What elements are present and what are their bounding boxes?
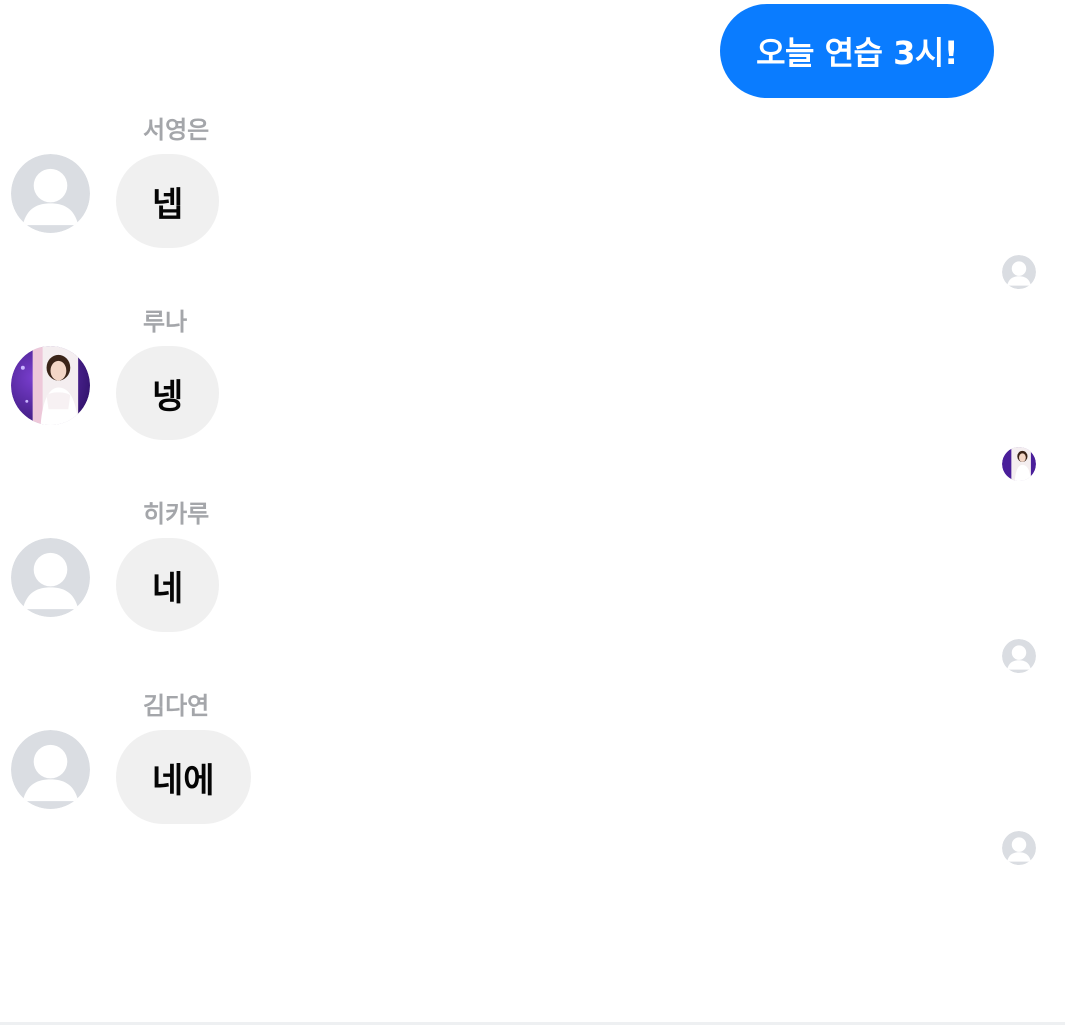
read-receipt-avatar-icon (1002, 255, 1036, 289)
default-avatar-icon[interactable] (11, 730, 90, 809)
outgoing-message-text: 오늘 연습 3시! (756, 34, 958, 72)
read-receipt-avatar-photo (1002, 447, 1036, 481)
message-group: 김다연 네에 (0, 692, 1065, 884)
sender-name: 루나 (143, 308, 188, 336)
message-group: 루나 넹 (0, 308, 1065, 500)
sender-name: 김다연 (143, 692, 210, 720)
message-group: 히카루 네 (0, 500, 1065, 692)
message-group: 서영은 넵 (0, 116, 1065, 308)
incoming-message-bubble[interactable]: 넵 (116, 154, 220, 248)
incoming-message-text: 넵 (152, 184, 184, 225)
incoming-message-bubble[interactable]: 넹 (116, 346, 220, 440)
incoming-message-text: 네에 (152, 760, 215, 801)
composer-divider (0, 1022, 1065, 1025)
outgoing-message-bubble[interactable]: 오늘 연습 3시! (720, 4, 994, 98)
profile-photo-avatar[interactable] (11, 346, 90, 425)
sender-name: 서영은 (143, 116, 210, 144)
read-receipt-avatar-icon (1002, 639, 1036, 673)
incoming-message-text: 네 (152, 568, 184, 609)
incoming-message-bubble[interactable]: 네 (116, 538, 220, 632)
default-avatar-icon[interactable] (11, 538, 90, 617)
read-receipt-avatar-icon (1002, 831, 1036, 865)
sender-name: 히카루 (143, 500, 210, 528)
incoming-message-bubble[interactable]: 네에 (116, 730, 251, 824)
default-avatar-icon[interactable] (11, 154, 90, 233)
incoming-message-text: 넹 (152, 376, 184, 417)
